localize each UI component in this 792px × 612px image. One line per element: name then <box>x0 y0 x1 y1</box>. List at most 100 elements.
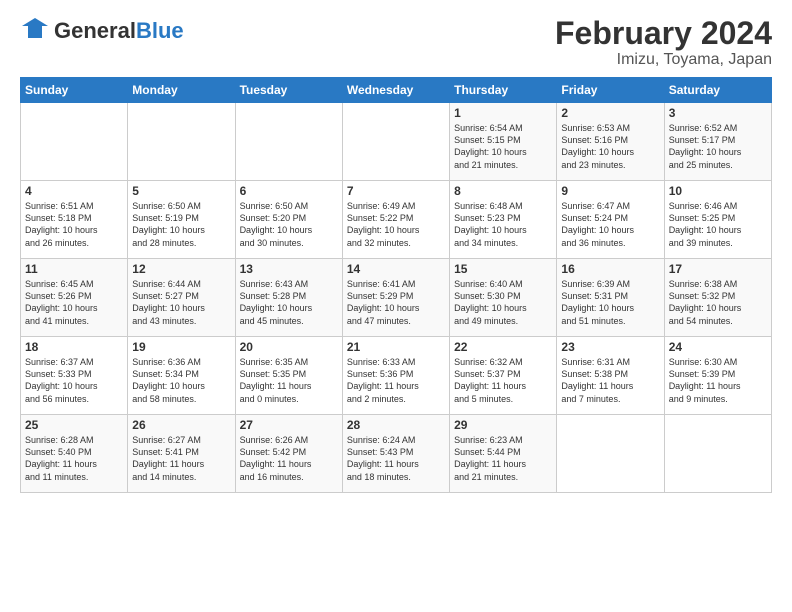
day-info: Sunrise: 6:46 AM Sunset: 5:25 PM Dayligh… <box>669 200 767 249</box>
day-info: Sunrise: 6:30 AM Sunset: 5:39 PM Dayligh… <box>669 356 767 405</box>
calendar-cell: 25 Sunrise: 6:28 AM Sunset: 5:40 PM Dayli… <box>21 415 128 493</box>
day-number: 22 <box>454 340 552 354</box>
calendar-cell: 8Sunrise: 6:48 AM Sunset: 5:23 PM Daylig… <box>450 181 557 259</box>
calendar-cell: 21 Sunrise: 6:33 AM Sunset: 5:36 PM Dayli… <box>342 337 449 415</box>
day-number: 10 <box>669 184 767 198</box>
logo-text: GeneralBlue <box>54 18 184 44</box>
day-number: 29 <box>454 418 552 432</box>
day-info: Sunrise: 6:40 AM Sunset: 5:30 PM Dayligh… <box>454 278 552 327</box>
page: GeneralBlue February 2024 Imizu, Toyama,… <box>0 0 792 612</box>
day-info: Sunrise: 6:45 AM Sunset: 5:26 PM Dayligh… <box>25 278 123 327</box>
day-info: Sunrise: 6:36 AM Sunset: 5:34 PM Dayligh… <box>132 356 230 405</box>
calendar-cell: 1 Sunrise: 6:54 AM Sunset: 5:15 PM Daylig… <box>450 103 557 181</box>
day-info: Sunrise: 6:44 AM Sunset: 5:27 PM Dayligh… <box>132 278 230 327</box>
day-number: 6 <box>240 184 338 198</box>
calendar-cell: 28Sunrise: 6:24 AM Sunset: 5:43 PM Dayli… <box>342 415 449 493</box>
day-number: 11 <box>25 262 123 276</box>
calendar-cell: 15 Sunrise: 6:40 AM Sunset: 5:30 PM Dayli… <box>450 259 557 337</box>
day-info: Sunrise: 6:28 AM Sunset: 5:40 PM Dayligh… <box>25 434 123 483</box>
calendar-cell <box>235 103 342 181</box>
day-info: Sunrise: 6:51 AM Sunset: 5:18 PM Dayligh… <box>25 200 123 249</box>
logo: GeneralBlue <box>20 16 184 46</box>
day-number: 19 <box>132 340 230 354</box>
day-number: 17 <box>669 262 767 276</box>
week-row-5: 25 Sunrise: 6:28 AM Sunset: 5:40 PM Dayli… <box>21 415 772 493</box>
day-number: 5 <box>132 184 230 198</box>
calendar-cell: 9 Sunrise: 6:47 AM Sunset: 5:24 PM Daylig… <box>557 181 664 259</box>
week-row-3: 11 Sunrise: 6:45 AM Sunset: 5:26 PM Dayli… <box>21 259 772 337</box>
header: GeneralBlue February 2024 Imizu, Toyama,… <box>20 16 772 69</box>
day-number: 4 <box>25 184 123 198</box>
page-title: February 2024 <box>555 16 772 51</box>
day-info: Sunrise: 6:49 AM Sunset: 5:22 PM Dayligh… <box>347 200 445 249</box>
day-number: 9 <box>561 184 659 198</box>
day-number: 15 <box>454 262 552 276</box>
page-subtitle: Imizu, Toyama, Japan <box>555 51 772 69</box>
day-number: 18 <box>25 340 123 354</box>
calendar-cell: 18 Sunrise: 6:37 AM Sunset: 5:33 PM Dayli… <box>21 337 128 415</box>
day-number: 25 <box>25 418 123 432</box>
day-info: Sunrise: 6:41 AM Sunset: 5:29 PM Dayligh… <box>347 278 445 327</box>
day-info: Sunrise: 6:27 AM Sunset: 5:41 PM Dayligh… <box>132 434 230 483</box>
day-info: Sunrise: 6:31 AM Sunset: 5:38 PM Dayligh… <box>561 356 659 405</box>
col-header-friday: Friday <box>557 78 664 103</box>
day-info: Sunrise: 6:50 AM Sunset: 5:19 PM Dayligh… <box>132 200 230 249</box>
day-info: Sunrise: 6:38 AM Sunset: 5:32 PM Dayligh… <box>669 278 767 327</box>
col-header-sunday: Sunday <box>21 78 128 103</box>
day-info: Sunrise: 6:33 AM Sunset: 5:36 PM Dayligh… <box>347 356 445 405</box>
calendar-cell: 16Sunrise: 6:39 AM Sunset: 5:31 PM Dayli… <box>557 259 664 337</box>
day-info: Sunrise: 6:43 AM Sunset: 5:28 PM Dayligh… <box>240 278 338 327</box>
calendar-cell: 13Sunrise: 6:43 AM Sunset: 5:28 PM Dayli… <box>235 259 342 337</box>
calendar-cell: 29 Sunrise: 6:23 AM Sunset: 5:44 PM Dayli… <box>450 415 557 493</box>
day-number: 26 <box>132 418 230 432</box>
calendar-cell: 10 Sunrise: 6:46 AM Sunset: 5:25 PM Dayli… <box>664 181 771 259</box>
day-info: Sunrise: 6:50 AM Sunset: 5:20 PM Dayligh… <box>240 200 338 249</box>
day-number: 21 <box>347 340 445 354</box>
day-info: Sunrise: 6:54 AM Sunset: 5:15 PM Dayligh… <box>454 122 552 171</box>
calendar-cell: 26 Sunrise: 6:27 AM Sunset: 5:41 PM Dayli… <box>128 415 235 493</box>
header-row: SundayMondayTuesdayWednesdayThursdayFrid… <box>21 78 772 103</box>
day-info: Sunrise: 6:52 AM Sunset: 5:17 PM Dayligh… <box>669 122 767 171</box>
day-number: 7 <box>347 184 445 198</box>
week-row-4: 18 Sunrise: 6:37 AM Sunset: 5:33 PM Dayli… <box>21 337 772 415</box>
day-info: Sunrise: 6:32 AM Sunset: 5:37 PM Dayligh… <box>454 356 552 405</box>
calendar-cell: 17 Sunrise: 6:38 AM Sunset: 5:32 PM Dayli… <box>664 259 771 337</box>
col-header-wednesday: Wednesday <box>342 78 449 103</box>
day-number: 14 <box>347 262 445 276</box>
day-info: Sunrise: 6:26 AM Sunset: 5:42 PM Dayligh… <box>240 434 338 483</box>
day-number: 20 <box>240 340 338 354</box>
calendar-cell <box>664 415 771 493</box>
day-info: Sunrise: 6:47 AM Sunset: 5:24 PM Dayligh… <box>561 200 659 249</box>
day-info: Sunrise: 6:24 AM Sunset: 5:43 PM Dayligh… <box>347 434 445 483</box>
day-info: Sunrise: 6:23 AM Sunset: 5:44 PM Dayligh… <box>454 434 552 483</box>
week-row-1: 1 Sunrise: 6:54 AM Sunset: 5:15 PM Daylig… <box>21 103 772 181</box>
calendar-cell: 20 Sunrise: 6:35 AM Sunset: 5:35 PM Dayli… <box>235 337 342 415</box>
day-info: Sunrise: 6:48 AM Sunset: 5:23 PM Dayligh… <box>454 200 552 249</box>
calendar-cell: 3Sunrise: 6:52 AM Sunset: 5:17 PM Daylig… <box>664 103 771 181</box>
day-number: 12 <box>132 262 230 276</box>
calendar-cell: 19 Sunrise: 6:36 AM Sunset: 5:34 PM Dayli… <box>128 337 235 415</box>
logo-icon <box>20 16 50 46</box>
day-info: Sunrise: 6:53 AM Sunset: 5:16 PM Dayligh… <box>561 122 659 171</box>
calendar-cell: 24Sunrise: 6:30 AM Sunset: 5:39 PM Dayli… <box>664 337 771 415</box>
day-number: 2 <box>561 106 659 120</box>
calendar-table: SundayMondayTuesdayWednesdayThursdayFrid… <box>20 77 772 493</box>
calendar-cell <box>342 103 449 181</box>
day-info: Sunrise: 6:35 AM Sunset: 5:35 PM Dayligh… <box>240 356 338 405</box>
calendar-cell <box>128 103 235 181</box>
calendar-cell <box>21 103 128 181</box>
title-block: February 2024 Imizu, Toyama, Japan <box>555 16 772 69</box>
calendar-cell: 22 Sunrise: 6:32 AM Sunset: 5:37 PM Dayli… <box>450 337 557 415</box>
calendar-cell: 2 Sunrise: 6:53 AM Sunset: 5:16 PM Daylig… <box>557 103 664 181</box>
calendar-cell: 6 Sunrise: 6:50 AM Sunset: 5:20 PM Daylig… <box>235 181 342 259</box>
day-info: Sunrise: 6:37 AM Sunset: 5:33 PM Dayligh… <box>25 356 123 405</box>
calendar-cell: 23Sunrise: 6:31 AM Sunset: 5:38 PM Dayli… <box>557 337 664 415</box>
week-row-2: 4 Sunrise: 6:51 AM Sunset: 5:18 PM Daylig… <box>21 181 772 259</box>
day-number: 1 <box>454 106 552 120</box>
calendar-cell: 4 Sunrise: 6:51 AM Sunset: 5:18 PM Daylig… <box>21 181 128 259</box>
calendar-cell: 14 Sunrise: 6:41 AM Sunset: 5:29 PM Dayli… <box>342 259 449 337</box>
day-info: Sunrise: 6:39 AM Sunset: 5:31 PM Dayligh… <box>561 278 659 327</box>
calendar-cell: 11 Sunrise: 6:45 AM Sunset: 5:26 PM Dayli… <box>21 259 128 337</box>
col-header-monday: Monday <box>128 78 235 103</box>
calendar-cell: 27Sunrise: 6:26 AM Sunset: 5:42 PM Dayli… <box>235 415 342 493</box>
